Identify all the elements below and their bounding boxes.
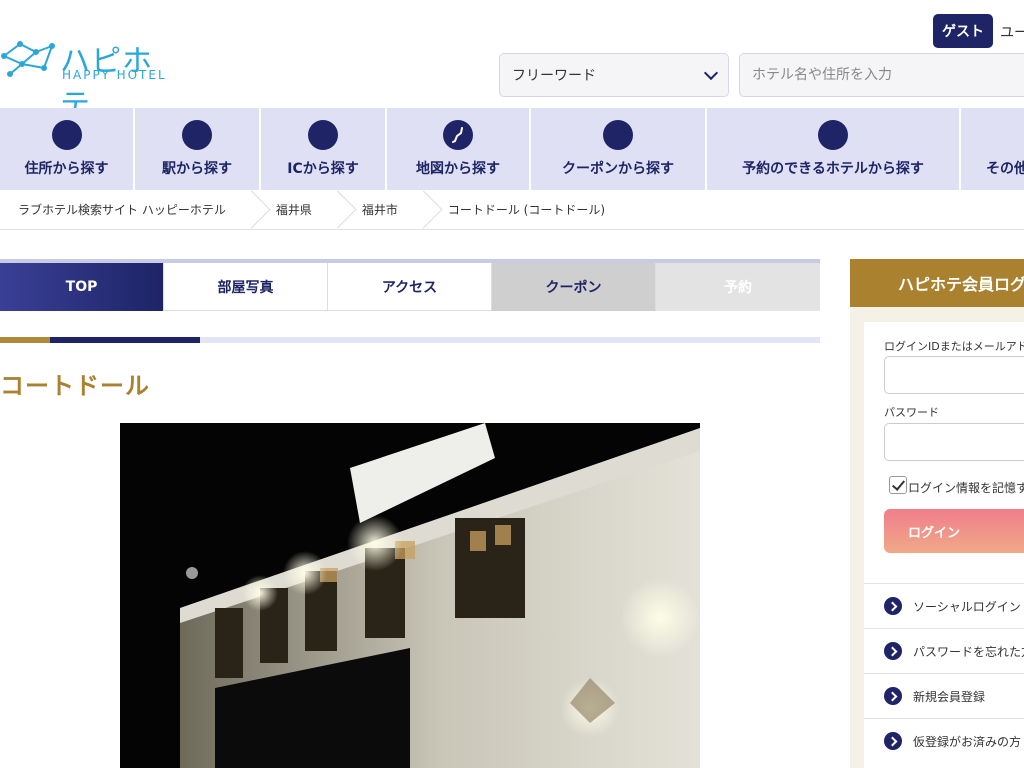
- nav-item-station[interactable]: 駅から探す: [135, 108, 261, 190]
- breadcrumb-current: コートドール (コートドール): [447, 203, 606, 217]
- logo-subtext: HAPPY HOTEL: [62, 68, 167, 82]
- search-input[interactable]: [739, 53, 1024, 97]
- chevron-right-icon: [884, 732, 902, 750]
- hotel-tabs: TOP 部屋写真 アクセス クーポン 予約: [0, 263, 820, 311]
- breadcrumb-separator-icon: [330, 190, 344, 230]
- tab-reservation: 予約: [656, 263, 820, 311]
- main-nav: 住所から探す 駅から探す ICから探す 地図から探す クーポンから探す 予約ので…: [0, 108, 1024, 190]
- hotel-name: コートドール: [0, 372, 150, 400]
- nav-label: 地図から探す: [416, 161, 500, 177]
- login-button[interactable]: ログイン: [884, 509, 1024, 553]
- breadcrumb: ラブホテル検索サイト ハッピーホテル 福井県 福井市 コートドール (コートドー…: [0, 190, 1024, 230]
- breadcrumb-link-home[interactable]: ラブホテル検索サイト ハッピーホテル: [0, 201, 244, 218]
- address-icon: [51, 120, 82, 150]
- indicator-accent: [0, 337, 50, 343]
- social-login-link[interactable]: ソーシャルログイン: [864, 583, 1024, 628]
- password-label: パスワード: [884, 406, 939, 419]
- reservation-icon: [818, 120, 848, 150]
- nav-item-map[interactable]: 地図から探す: [387, 108, 531, 190]
- link-label: 新規会員登録: [913, 689, 986, 704]
- chevron-right-icon: [884, 597, 902, 615]
- login-id-field[interactable]: [884, 356, 1024, 394]
- chevron-down-icon: [703, 65, 719, 80]
- login-id-label: ログインIDまたはメールアドレ: [884, 340, 1024, 353]
- guest-button[interactable]: ゲスト: [933, 14, 993, 48]
- nav-label: ICから探す: [287, 161, 359, 177]
- breadcrumb-separator-icon: [244, 190, 258, 230]
- breadcrumb-separator-icon: [416, 190, 430, 230]
- nav-item-address[interactable]: 住所から探す: [0, 108, 135, 190]
- highway-icon: [308, 120, 338, 150]
- nav-label: 住所から探す: [24, 161, 109, 177]
- user-link[interactable]: ユー: [1000, 22, 1024, 42]
- coupon-icon: [603, 120, 633, 150]
- nav-item-coupon[interactable]: クーポンから探す: [531, 108, 707, 190]
- link-label: 仮登録がお済みの方: [913, 734, 1022, 749]
- site-header: ハピホテ HAPPY HOTEL ゲスト ユー フリーワード: [0, 0, 1024, 123]
- search-mode-value: フリーワード: [512, 68, 596, 84]
- nav-item-ic[interactable]: ICから探す: [261, 108, 387, 190]
- nav-item-other[interactable]: その他: [961, 108, 1024, 190]
- link-label: ソーシャルログイン: [913, 599, 1021, 614]
- tab-room-photos[interactable]: 部屋写真: [164, 263, 328, 311]
- forgot-password-link[interactable]: パスワードを忘れた方: [864, 628, 1024, 673]
- password-field[interactable]: [884, 423, 1024, 461]
- building-illustration: [120, 423, 700, 768]
- chevron-right-icon: [884, 642, 902, 660]
- station-icon: [182, 120, 212, 150]
- provisional-registration-link[interactable]: 仮登録がお済みの方: [864, 718, 1024, 763]
- remember-label: ログイン情報を記憶す: [908, 481, 1024, 495]
- chevron-right-icon: [884, 687, 902, 705]
- tab-coupon[interactable]: クーポン: [492, 263, 656, 311]
- tab-access[interactable]: アクセス: [328, 263, 492, 311]
- tab-top[interactable]: TOP: [0, 263, 164, 311]
- site-logo[interactable]: ハピホテ HAPPY HOTEL: [0, 34, 180, 123]
- hotel-exterior-photo: [120, 423, 700, 768]
- remember-checkbox[interactable]: [889, 476, 907, 494]
- nav-label: その他: [986, 161, 1024, 177]
- indicator-active: [50, 337, 200, 343]
- nav-item-reservable[interactable]: 予約のできるホテルから探す: [707, 108, 961, 190]
- login-panel-title: ハピホテ会員ログ: [850, 259, 1024, 307]
- register-link[interactable]: 新規会員登録: [864, 673, 1024, 718]
- nav-label: 予約のできるホテルから探す: [742, 161, 924, 177]
- link-label: パスワードを忘れた方: [913, 644, 1024, 659]
- nav-label: 駅から探す: [162, 161, 232, 177]
- map-icon: [443, 120, 473, 150]
- nav-label: クーポンから探す: [562, 161, 674, 177]
- network-logo-icon: [1, 41, 55, 77]
- section-indicator: [0, 337, 820, 343]
- search-mode-select[interactable]: フリーワード: [499, 53, 729, 97]
